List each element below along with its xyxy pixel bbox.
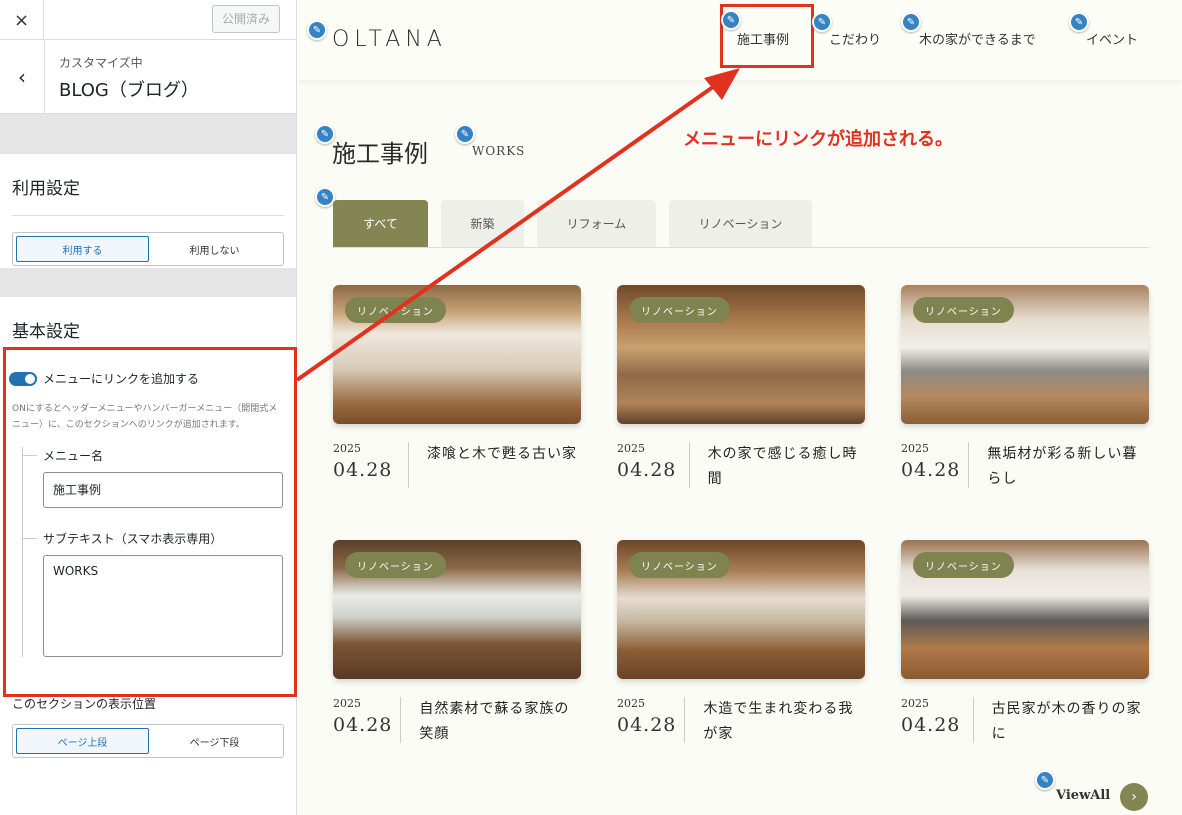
section-header: ‹ カスタマイズ中 BLOG（ブログ） xyxy=(0,40,296,114)
card-year: 2025 xyxy=(901,697,929,710)
works-card[interactable]: リノベーション 2025 04.28 自然素材で蘇る家族の笑顔 xyxy=(333,540,581,747)
usage-heading: 利用設定 xyxy=(12,154,284,216)
card-title[interactable]: 木造で生まれ変わる我が家 xyxy=(685,697,865,747)
card-date: 04.28 xyxy=(901,459,961,481)
usage-settings: 利用設定 利用する 利用しない xyxy=(0,154,296,268)
category-tabs: すべて 新築 リフォーム リノベーション xyxy=(333,200,825,247)
card-date: 04.28 xyxy=(901,714,961,736)
site-preview: OLTANA 施工事例 こだわり 木の家ができるまで イベント ✎ ✎ ✎ ✎ … xyxy=(298,0,1182,815)
nav-item-event[interactable]: イベント xyxy=(1086,29,1138,48)
basic-heading: 基本設定 xyxy=(12,322,80,342)
view-all-link[interactable]: ViewAll xyxy=(1056,788,1110,803)
close-icon[interactable]: × xyxy=(0,0,44,40)
category-badge: リノベーション xyxy=(913,297,1014,323)
works-card[interactable]: リノベーション 2025 04.28 木の家で感じる癒し時間 xyxy=(617,285,865,492)
edit-pencil-icon[interactable]: ✎ xyxy=(307,20,327,40)
edit-pencil-icon[interactable]: ✎ xyxy=(812,12,832,32)
card-year: 2025 xyxy=(333,442,361,455)
category-badge: リノベーション xyxy=(345,552,446,578)
edit-pencil-icon[interactable]: ✎ xyxy=(1035,770,1055,790)
card-title[interactable]: 自然素材で蘇る家族の笑顔 xyxy=(401,697,581,747)
edit-pencil-icon[interactable]: ✎ xyxy=(455,124,475,144)
card-date: 04.28 xyxy=(333,459,393,481)
published-button[interactable]: 公開済み xyxy=(211,5,280,33)
tab-all[interactable]: すべて xyxy=(333,200,428,247)
category-badge: リノベーション xyxy=(629,297,730,323)
works-card-image[interactable]: リノベーション xyxy=(333,285,581,424)
usage-toggle-group: 利用する 利用しない xyxy=(12,232,284,266)
card-title[interactable]: 古民家が木の香りの家に xyxy=(974,697,1149,747)
card-date: 04.28 xyxy=(617,714,677,736)
card-year: 2025 xyxy=(333,697,361,710)
works-subtitle: WORKS xyxy=(472,144,526,158)
nav-item-kodawari[interactable]: こだわり xyxy=(829,29,881,48)
usage-off-button[interactable]: 利用しない xyxy=(149,236,280,262)
annotation-text: メニューにリンクが追加される。 xyxy=(683,129,953,150)
edit-pencil-icon[interactable]: ✎ xyxy=(721,10,741,30)
category-badge: リノベーション xyxy=(345,297,446,323)
tab-renovation[interactable]: リノベーション xyxy=(669,200,812,247)
works-card-image[interactable]: リノベーション xyxy=(617,285,865,424)
card-title[interactable]: 漆喰と木で甦る古い家 xyxy=(409,442,577,488)
nav-item-process[interactable]: 木の家ができるまで xyxy=(919,29,1036,48)
divider xyxy=(0,114,296,154)
card-title[interactable]: 木の家で感じる癒し時間 xyxy=(690,442,865,492)
works-card-image[interactable]: リノベーション xyxy=(333,540,581,679)
works-card-image[interactable]: リノベーション xyxy=(617,540,865,679)
category-badge: リノベーション xyxy=(629,552,730,578)
card-year: 2025 xyxy=(901,442,929,455)
chevron-right-icon[interactable]: › xyxy=(1120,783,1148,811)
works-card[interactable]: リノベーション 2025 04.28 古民家が木の香りの家に xyxy=(901,540,1149,747)
tab-new-build[interactable]: 新築 xyxy=(441,200,524,247)
customizing-label: カスタマイズ中 xyxy=(59,56,143,70)
edit-pencil-icon[interactable]: ✎ xyxy=(901,12,921,32)
works-card[interactable]: リノベーション 2025 04.28 無垢材が彩る新しい暮らし xyxy=(901,285,1149,492)
edit-pencil-icon[interactable]: ✎ xyxy=(1069,12,1089,32)
works-card[interactable]: リノベーション 2025 04.28 木造で生まれ変わる我が家 xyxy=(617,540,865,747)
works-card[interactable]: リノベーション 2025 04.28 漆喰と木で甦る古い家 xyxy=(333,285,581,488)
card-year: 2025 xyxy=(617,442,645,455)
customizer-topbar: × 公開済み xyxy=(0,0,296,40)
position-toggle-group: ページ上段 ページ下段 xyxy=(12,724,284,758)
divider xyxy=(0,268,296,297)
position-top-button[interactable]: ページ上段 xyxy=(16,728,149,754)
category-badge: リノベーション xyxy=(913,552,1014,578)
site-logo[interactable]: OLTANA xyxy=(332,27,447,52)
section-title: BLOG（ブログ） xyxy=(59,80,199,101)
works-title: 施工事例 xyxy=(332,140,428,168)
card-date: 04.28 xyxy=(617,459,677,481)
card-date: 04.28 xyxy=(333,714,393,736)
works-card-image[interactable]: リノベーション xyxy=(901,285,1149,424)
card-year: 2025 xyxy=(617,697,645,710)
position-bottom-button[interactable]: ページ下段 xyxy=(149,728,280,754)
tab-underline xyxy=(333,247,1149,248)
position-label: このセクションの表示位置 xyxy=(12,697,157,711)
card-title[interactable]: 無垢材が彩る新しい暮らし xyxy=(969,442,1149,492)
works-card-image[interactable]: リノベーション xyxy=(901,540,1149,679)
back-icon[interactable]: ‹ xyxy=(0,40,45,114)
site-header: OLTANA 施工事例 こだわり 木の家ができるまで イベント xyxy=(298,0,1182,80)
usage-on-button[interactable]: 利用する xyxy=(16,236,149,262)
tab-reform[interactable]: リフォーム xyxy=(537,200,656,247)
highlight-box-settings xyxy=(3,347,297,697)
edit-pencil-icon[interactable]: ✎ xyxy=(315,187,335,207)
